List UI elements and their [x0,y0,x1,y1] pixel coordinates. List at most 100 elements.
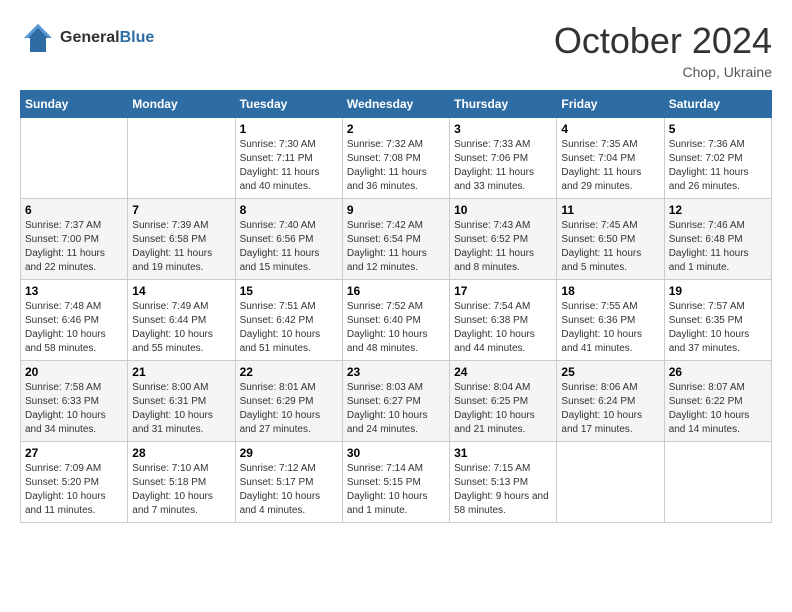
day-number: 9 [347,203,445,217]
cell-info: Sunrise: 8:06 AM Sunset: 6:24 PM Dayligh… [561,381,659,437]
location: Chop, Ukraine [554,64,772,80]
days-header-row: Sunday Monday Tuesday Wednesday Thursday… [21,91,772,118]
cell-info: Sunrise: 7:52 AM Sunset: 6:40 PM Dayligh… [347,300,445,356]
day-number: 16 [347,284,445,298]
cell-info: Sunrise: 8:03 AM Sunset: 6:27 PM Dayligh… [347,381,445,437]
calendar-cell: 24 Sunrise: 8:04 AM Sunset: 6:25 PM Dayli… [450,361,557,442]
calendar-week-5: 27 Sunrise: 7:09 AM Sunset: 5:20 PM Dayli… [21,442,772,523]
cell-info: Sunrise: 8:04 AM Sunset: 6:25 PM Dayligh… [454,381,552,437]
calendar-cell: 12Sunrise: 7:46 AM Sunset: 6:48 PM Dayli… [664,199,771,280]
header-saturday: Saturday [664,91,771,118]
calendar-cell: 8 Sunrise: 7:40 AM Sunset: 6:56 PM Daylig… [235,199,342,280]
cell-info: Sunrise: 8:00 AM Sunset: 6:31 PM Dayligh… [132,381,230,437]
calendar-cell: 7Sunrise: 7:39 AM Sunset: 6:58 PM Daylig… [128,199,235,280]
calendar-cell: 29 Sunrise: 7:12 AM Sunset: 5:17 PM Dayli… [235,442,342,523]
day-number: 23 [347,365,445,379]
calendar-cell: 19 Sunrise: 7:57 AM Sunset: 6:35 PM Dayli… [664,280,771,361]
day-number: 4 [561,122,659,136]
logo-general: General [60,29,120,46]
header-wednesday: Wednesday [342,91,449,118]
calendar-week-4: 20 Sunrise: 7:58 AM Sunset: 6:33 PM Dayli… [21,361,772,442]
day-number: 25 [561,365,659,379]
header-sunday: Sunday [21,91,128,118]
day-number: 11 [561,203,659,217]
calendar-cell: 16 Sunrise: 7:52 AM Sunset: 6:40 PM Dayli… [342,280,449,361]
day-number: 28 [132,446,230,460]
day-number: 31 [454,446,552,460]
day-number: 3 [454,122,552,136]
day-number: 19 [669,284,767,298]
cell-info: Sunrise: 7:57 AM Sunset: 6:35 PM Dayligh… [669,300,767,356]
cell-info: Sunrise: 7:48 AM Sunset: 6:46 PM Dayligh… [25,300,123,356]
calendar-cell: 15 Sunrise: 7:51 AM Sunset: 6:42 PM Dayli… [235,280,342,361]
day-number: 22 [240,365,338,379]
calendar-cell: 13 Sunrise: 7:48 AM Sunset: 6:46 PM Dayli… [21,280,128,361]
cell-info: Sunrise: 7:09 AM Sunset: 5:20 PM Dayligh… [25,462,123,518]
calendar-cell: 3 Sunrise: 7:33 AM Sunset: 7:06 PM Daylig… [450,118,557,199]
logo-blue: Blue [120,29,155,46]
day-number: 1 [240,122,338,136]
calendar-cell: 21 Sunrise: 8:00 AM Sunset: 6:31 PM Dayli… [128,361,235,442]
cell-info: Sunrise: 7:37 AM Sunset: 7:00 PM Dayligh… [25,219,123,275]
cell-info: Sunrise: 7:36 AM Sunset: 7:02 PM Dayligh… [669,138,767,194]
cell-info: Sunrise: 7:49 AM Sunset: 6:44 PM Dayligh… [132,300,230,356]
day-number: 27 [25,446,123,460]
cell-info: Sunrise: 7:54 AM Sunset: 6:38 PM Dayligh… [454,300,552,356]
calendar-body: 1Sunrise: 7:30 AM Sunset: 7:11 PM Daylig… [21,118,772,523]
cell-info: Sunrise: 7:12 AM Sunset: 5:17 PM Dayligh… [240,462,338,518]
day-number: 13 [25,284,123,298]
day-number: 29 [240,446,338,460]
calendar-cell: 2Sunrise: 7:32 AM Sunset: 7:08 PM Daylig… [342,118,449,199]
cell-info: Sunrise: 7:58 AM Sunset: 6:33 PM Dayligh… [25,381,123,437]
calendar-week-2: 6Sunrise: 7:37 AM Sunset: 7:00 PM Daylig… [21,199,772,280]
page-header: GeneralBlue October 2024 Chop, Ukraine [20,20,772,80]
calendar-cell: 27 Sunrise: 7:09 AM Sunset: 5:20 PM Dayli… [21,442,128,523]
day-number: 17 [454,284,552,298]
logo: GeneralBlue [20,20,154,56]
day-number: 8 [240,203,338,217]
logo-icon [20,20,56,56]
day-number: 30 [347,446,445,460]
header-thursday: Thursday [450,91,557,118]
day-number: 20 [25,365,123,379]
calendar-week-3: 13 Sunrise: 7:48 AM Sunset: 6:46 PM Dayli… [21,280,772,361]
calendar-cell: 25 Sunrise: 8:06 AM Sunset: 6:24 PM Dayli… [557,361,664,442]
day-number: 24 [454,365,552,379]
calendar-cell: 14 Sunrise: 7:49 AM Sunset: 6:44 PM Dayli… [128,280,235,361]
day-number: 5 [669,122,767,136]
calendar-cell: 30 Sunrise: 7:14 AM Sunset: 5:15 PM Dayli… [342,442,449,523]
calendar-cell: 5 Sunrise: 7:36 AM Sunset: 7:02 PM Daylig… [664,118,771,199]
calendar-cell: 26Sunrise: 8:07 AM Sunset: 6:22 PM Dayli… [664,361,771,442]
cell-info: Sunrise: 7:42 AM Sunset: 6:54 PM Dayligh… [347,219,445,275]
day-number: 7 [132,203,230,217]
calendar-cell: 28 Sunrise: 7:10 AM Sunset: 5:18 PM Dayli… [128,442,235,523]
calendar-week-1: 1Sunrise: 7:30 AM Sunset: 7:11 PM Daylig… [21,118,772,199]
calendar-cell [21,118,128,199]
cell-info: Sunrise: 7:45 AM Sunset: 6:50 PM Dayligh… [561,219,659,275]
cell-info: Sunrise: 7:51 AM Sunset: 6:42 PM Dayligh… [240,300,338,356]
day-number: 14 [132,284,230,298]
cell-info: Sunrise: 8:01 AM Sunset: 6:29 PM Dayligh… [240,381,338,437]
cell-info: Sunrise: 7:40 AM Sunset: 6:56 PM Dayligh… [240,219,338,275]
cell-info: Sunrise: 7:14 AM Sunset: 5:15 PM Dayligh… [347,462,445,518]
day-number: 21 [132,365,230,379]
calendar-cell: 18Sunrise: 7:55 AM Sunset: 6:36 PM Dayli… [557,280,664,361]
day-number: 15 [240,284,338,298]
cell-info: Sunrise: 7:55 AM Sunset: 6:36 PM Dayligh… [561,300,659,356]
header-friday: Friday [557,91,664,118]
calendar-cell: 22 Sunrise: 8:01 AM Sunset: 6:29 PM Dayli… [235,361,342,442]
calendar-cell [557,442,664,523]
cell-info: Sunrise: 7:15 AM Sunset: 5:13 PM Dayligh… [454,462,552,518]
day-number: 2 [347,122,445,136]
calendar-cell: 6Sunrise: 7:37 AM Sunset: 7:00 PM Daylig… [21,199,128,280]
cell-info: Sunrise: 8:07 AM Sunset: 6:22 PM Dayligh… [669,381,767,437]
calendar-cell: 23 Sunrise: 8:03 AM Sunset: 6:27 PM Dayli… [342,361,449,442]
calendar-cell: 1Sunrise: 7:30 AM Sunset: 7:11 PM Daylig… [235,118,342,199]
header-monday: Monday [128,91,235,118]
cell-info: Sunrise: 7:10 AM Sunset: 5:18 PM Dayligh… [132,462,230,518]
cell-info: Sunrise: 7:33 AM Sunset: 7:06 PM Dayligh… [454,138,552,194]
calendar-cell: 10Sunrise: 7:43 AM Sunset: 6:52 PM Dayli… [450,199,557,280]
month-title: October 2024 [554,20,772,62]
day-number: 12 [669,203,767,217]
title-area: October 2024 Chop, Ukraine [554,20,772,80]
